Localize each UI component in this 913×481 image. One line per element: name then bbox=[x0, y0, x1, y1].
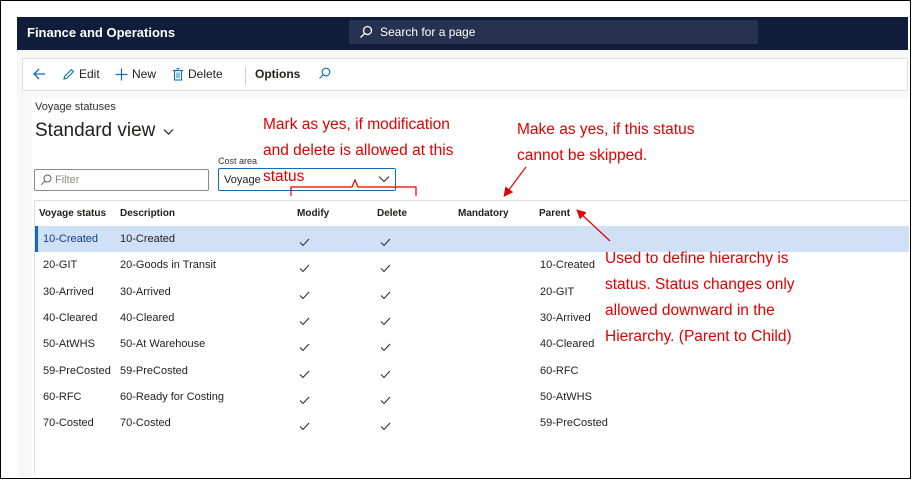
chevron-down-icon[interactable] bbox=[163, 128, 174, 136]
cell-description[interactable]: 30-Arrived bbox=[120, 286, 171, 298]
annotation-mandatory: Make as yes, if this status cannot be sk… bbox=[517, 121, 695, 164]
column-header-modify[interactable]: Modify bbox=[297, 208, 329, 219]
checkmark-icon bbox=[299, 422, 310, 431]
trash-icon bbox=[173, 67, 183, 81]
checkmark-icon bbox=[380, 291, 391, 299]
plus-icon bbox=[115, 68, 128, 80]
cell-voyage-status[interactable]: 70-Costed bbox=[43, 417, 94, 429]
cell-parent[interactable]: 20-GIT bbox=[540, 286, 574, 298]
pencil-icon bbox=[63, 68, 75, 80]
cell-voyage-status[interactable]: 60-RFC bbox=[43, 391, 82, 403]
options-button[interactable]: Options bbox=[255, 67, 300, 81]
new-button[interactable]: New bbox=[115, 67, 156, 81]
table-row[interactable]: 70-Costed 70-Costed 59-PreCosted bbox=[35, 410, 909, 436]
breadcrumb: Voyage statuses bbox=[35, 101, 116, 113]
app-title: Finance and Operations bbox=[27, 25, 176, 40]
cell-parent[interactable]: 10-Created bbox=[540, 259, 595, 271]
checkmark-icon bbox=[380, 396, 391, 405]
checkmark-icon bbox=[299, 264, 310, 273]
back-arrow-icon bbox=[33, 68, 45, 80]
checkmark-icon bbox=[299, 238, 310, 247]
action-separator bbox=[245, 67, 246, 85]
modify-check-icon[interactable] bbox=[299, 392, 310, 410]
edit-label: Edit bbox=[79, 67, 100, 81]
column-header-voyage-status[interactable]: Voyage status bbox=[39, 208, 106, 219]
delete-check-icon[interactable] bbox=[380, 339, 391, 357]
checkmark-icon bbox=[299, 317, 310, 326]
search-placeholder: Search for a page bbox=[380, 25, 476, 39]
edit-button[interactable]: Edit bbox=[62, 67, 100, 81]
cost-area-label: Cost area bbox=[218, 156, 258, 166]
filter-input[interactable]: Filter bbox=[34, 169, 209, 191]
column-header-delete[interactable]: Delete bbox=[377, 208, 407, 219]
cell-description[interactable]: 59-PreCosted bbox=[120, 365, 188, 377]
delete-check-icon[interactable] bbox=[380, 313, 391, 331]
cell-voyage-status[interactable]: 10-Created bbox=[43, 233, 98, 245]
checkmark-icon bbox=[380, 343, 391, 352]
cell-voyage-status[interactable]: 50-AtWHS bbox=[43, 338, 95, 350]
checkmark-icon bbox=[380, 317, 391, 326]
grid-header: Voyage status Description Modify Delete … bbox=[35, 200, 909, 227]
modify-check-icon[interactable] bbox=[299, 260, 310, 278]
action-pane: Edit New Delete Options bbox=[22, 58, 908, 91]
checkmark-icon bbox=[299, 343, 310, 352]
new-label: New bbox=[132, 67, 157, 81]
cell-voyage-status[interactable]: 59-PreCosted bbox=[43, 365, 111, 377]
cell-description[interactable]: 50-At Warehouse bbox=[120, 338, 205, 350]
cell-voyage-status[interactable]: 30-Arrived bbox=[43, 286, 94, 298]
search-box[interactable]: Search for a page bbox=[349, 20, 758, 44]
cell-voyage-status[interactable]: 20-GIT bbox=[43, 259, 77, 271]
annotation-parent: Used to define hierarchy is status. Stat… bbox=[605, 250, 795, 345]
filter-placeholder: Filter bbox=[55, 174, 80, 186]
checkmark-icon bbox=[299, 396, 310, 405]
checkmark-icon bbox=[299, 370, 310, 378]
modify-check-icon[interactable] bbox=[299, 366, 310, 384]
app-header: Finance and Operations Search for a page bbox=[17, 17, 908, 50]
checkmark-icon bbox=[380, 264, 391, 273]
cell-description[interactable]: 40-Cleared bbox=[120, 312, 174, 324]
modify-check-icon[interactable] bbox=[299, 234, 310, 252]
cell-parent[interactable]: 60-RFC bbox=[540, 365, 579, 377]
delete-label: Delete bbox=[188, 67, 223, 81]
column-header-parent[interactable]: Parent bbox=[539, 208, 570, 219]
delete-check-icon[interactable] bbox=[380, 392, 391, 410]
search-icon bbox=[360, 25, 373, 38]
checkmark-icon bbox=[299, 291, 310, 299]
cell-voyage-status[interactable]: 40-Cleared bbox=[43, 312, 97, 324]
cell-parent[interactable]: 30-Arrived bbox=[540, 312, 591, 324]
delete-check-icon[interactable] bbox=[380, 287, 391, 305]
options-label: Options bbox=[255, 67, 301, 81]
column-header-description[interactable]: Description bbox=[120, 208, 175, 219]
checkmark-icon bbox=[380, 238, 391, 247]
view-title[interactable]: Standard view bbox=[35, 120, 155, 142]
delete-check-icon[interactable] bbox=[380, 366, 391, 384]
delete-button[interactable]: Delete bbox=[172, 67, 223, 81]
delete-check-icon[interactable] bbox=[380, 260, 391, 278]
action-search-button[interactable] bbox=[318, 67, 331, 80]
modify-check-icon[interactable] bbox=[299, 418, 310, 436]
cell-parent[interactable]: 59-PreCosted bbox=[540, 417, 608, 429]
table-row[interactable]: 60-RFC 60-Ready for Costing 50-AtWHS bbox=[35, 384, 909, 410]
checkmark-icon bbox=[380, 370, 391, 378]
checkmark-icon bbox=[380, 422, 391, 431]
modify-check-icon[interactable] bbox=[299, 339, 310, 357]
cell-description[interactable]: 60-Ready for Costing bbox=[120, 391, 224, 403]
column-header-mandatory[interactable]: Mandatory bbox=[458, 208, 509, 219]
cost-area-value: Voyage bbox=[224, 174, 261, 186]
annotation-modify-delete: Mark as yes, if modification and delete … bbox=[263, 116, 454, 185]
cell-description[interactable]: 10-Created bbox=[120, 233, 175, 245]
search-icon bbox=[319, 67, 331, 79]
table-row[interactable]: 59-PreCosted 59-PreCosted 60-RFC bbox=[35, 358, 909, 384]
selected-row-indicator bbox=[35, 226, 38, 252]
cell-parent[interactable]: 50-AtWHS bbox=[540, 391, 592, 403]
modify-check-icon[interactable] bbox=[299, 287, 310, 305]
cell-description[interactable]: 20-Goods in Transit bbox=[120, 259, 216, 271]
delete-check-icon[interactable] bbox=[380, 418, 391, 436]
delete-check-icon[interactable] bbox=[380, 234, 391, 252]
search-icon bbox=[40, 174, 52, 186]
cell-description[interactable]: 70-Costed bbox=[120, 417, 171, 429]
modify-check-icon[interactable] bbox=[299, 313, 310, 331]
cell-parent[interactable]: 40-Cleared bbox=[540, 338, 594, 350]
back-button[interactable] bbox=[32, 67, 46, 81]
